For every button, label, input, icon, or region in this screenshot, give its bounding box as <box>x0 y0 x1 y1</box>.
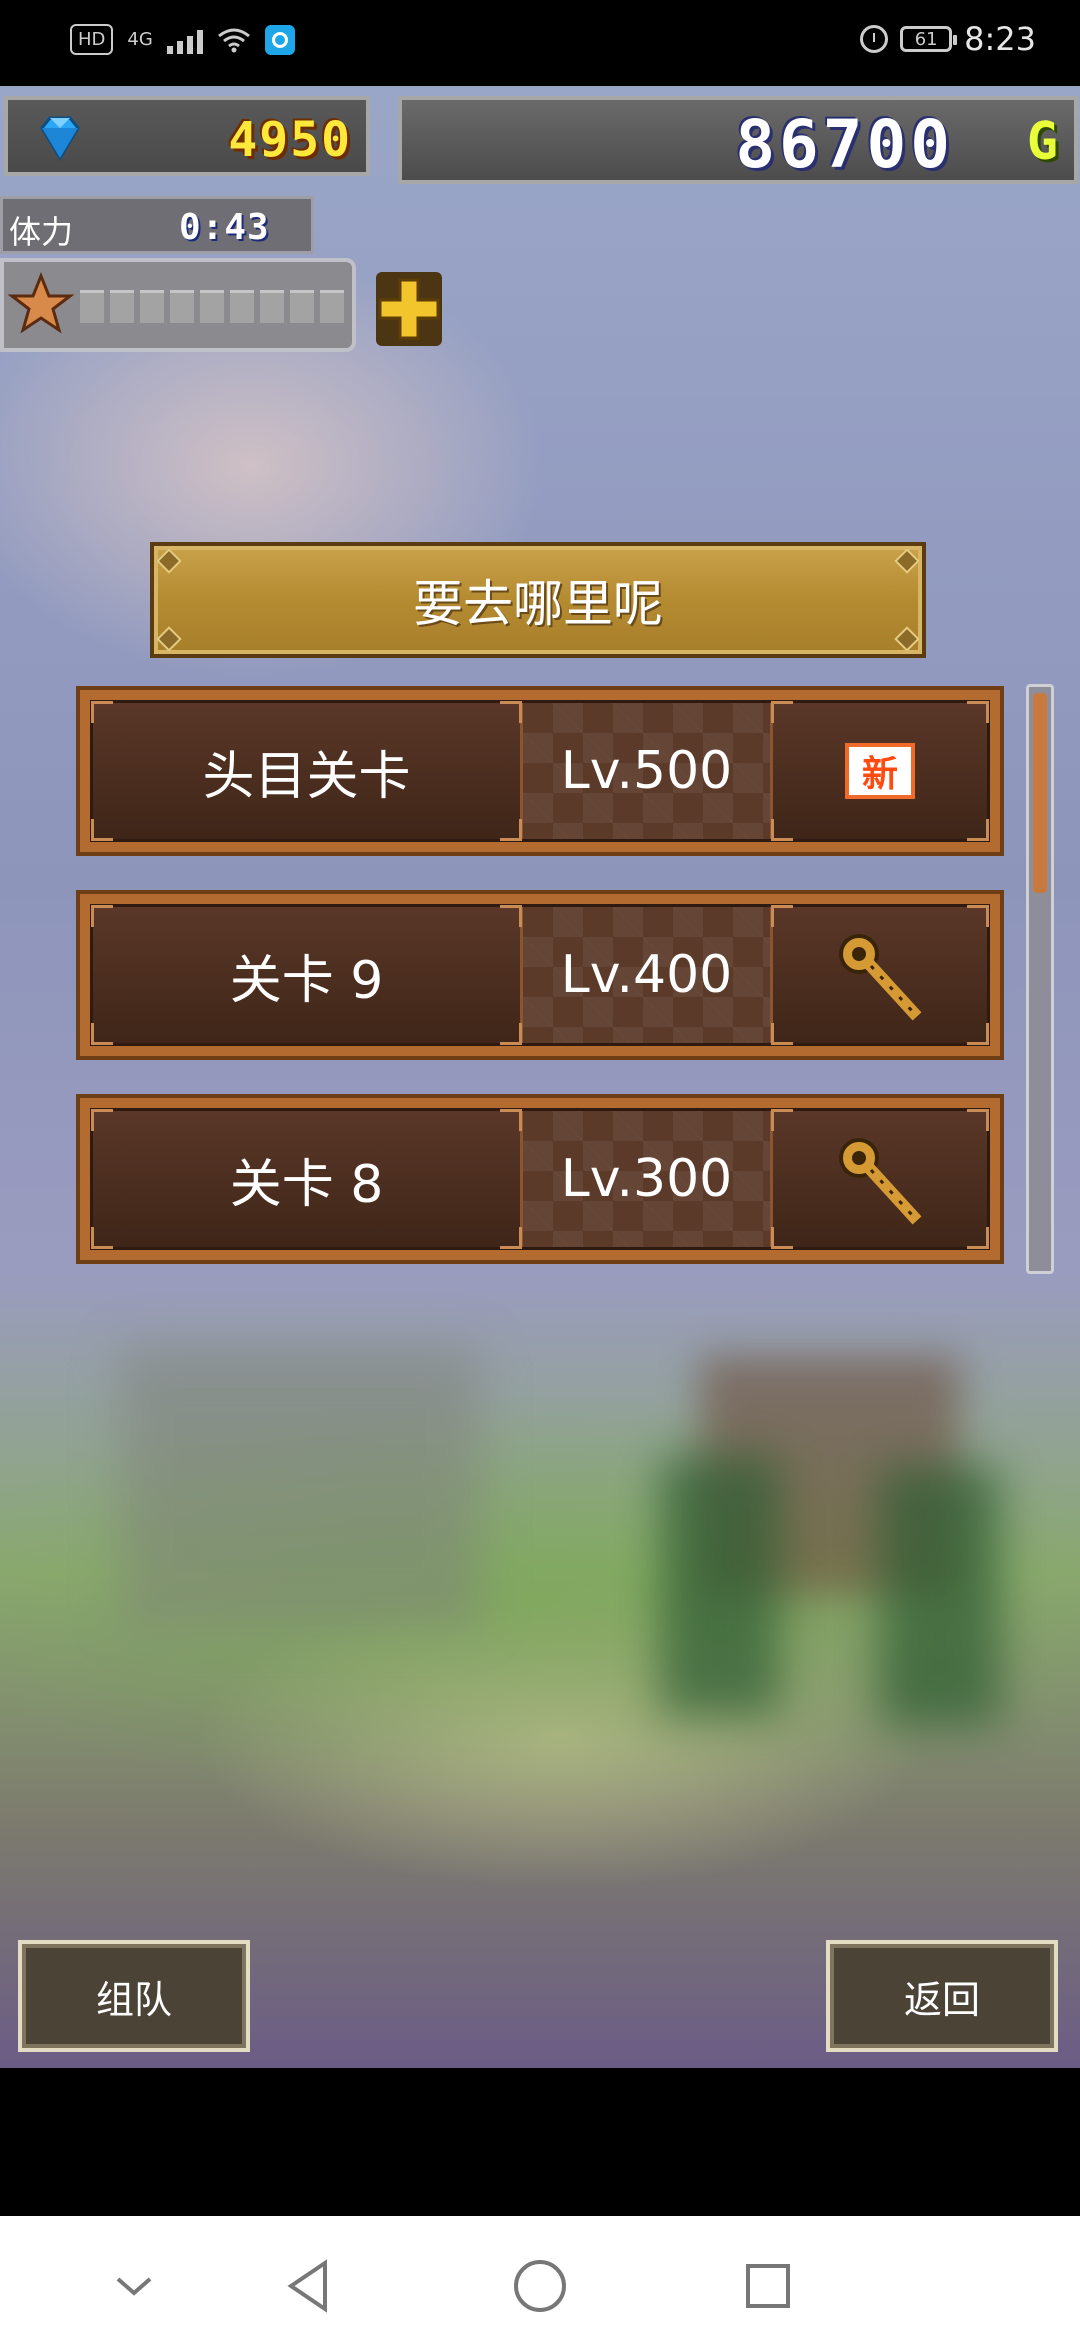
back-button-label: 返回 <box>903 1977 980 2022</box>
battery-level: 61 <box>914 28 938 50</box>
home-circle-icon <box>514 2260 566 2312</box>
plaque-rivet <box>894 626 920 652</box>
stage-status-cell <box>771 905 989 1045</box>
stage-status-cell: 新 <box>771 701 989 841</box>
clock: 8:23 <box>964 20 1036 58</box>
status-icons-left: HD 4G <box>70 24 295 55</box>
team-button[interactable]: 组队 <box>18 1940 250 2052</box>
gem-count: 4950 <box>228 112 352 168</box>
chevron-down-icon <box>116 2277 152 2296</box>
page-title: 要去哪里呢 <box>413 575 663 633</box>
key-icon <box>839 934 922 1021</box>
plaque-rivet <box>894 548 920 574</box>
hd-indicator: HD <box>70 24 114 55</box>
diamond-icon <box>40 116 80 161</box>
add-stamina-button[interactable] <box>372 268 446 350</box>
stage-row-inner: 关卡 9 Lv.400 <box>90 904 990 1046</box>
new-badge-icon: 新 <box>845 743 915 799</box>
stage-name-cell: 关卡 9 <box>91 905 523 1045</box>
stage-name-cell: 关卡 8 <box>91 1109 523 1249</box>
gold-unit: G <box>1026 112 1058 172</box>
stage-list-scrollbar[interactable] <box>1026 684 1054 1274</box>
nav-collapse-button[interactable] <box>104 2256 164 2316</box>
scrollbar-thumb[interactable] <box>1033 693 1047 893</box>
plaque-rivet <box>156 626 182 652</box>
stage-name: 头目关卡 <box>202 746 411 807</box>
stage-name-cell: 头目关卡 <box>91 701 523 841</box>
gem-counter[interactable]: 4950 <box>4 96 370 176</box>
stamina-bar <box>0 258 356 352</box>
nav-back-button[interactable] <box>278 2256 338 2316</box>
stage-status-cell <box>771 1109 989 1249</box>
stamina-label: 体力 <box>9 213 74 251</box>
stage-row-boss[interactable]: 头目关卡 Lv.500 新 <box>76 686 1004 856</box>
stamina-timer: 0:43 <box>179 207 270 248</box>
stage-level: Lv.300 <box>560 1149 733 1209</box>
back-button[interactable]: 返回 <box>826 1940 1058 2052</box>
alarm-icon <box>860 25 889 53</box>
stage-level: Lv.400 <box>560 945 733 1005</box>
stage-level: Lv.500 <box>560 741 733 801</box>
stage-row-inner: 关卡 8 Lv.300 <box>90 1108 990 1250</box>
battery-icon: 61 <box>900 26 958 52</box>
recents-square-icon <box>746 2264 790 2308</box>
status-icons-right: 61 8:23 <box>860 20 1036 58</box>
team-button-label: 组队 <box>95 1977 172 2022</box>
new-badge-text: 新 <box>861 754 898 795</box>
stamina-slots <box>80 290 344 323</box>
network-type: 4G <box>127 29 153 50</box>
plaque-rivet <box>156 548 182 574</box>
gold-amount: 86700 <box>735 106 954 183</box>
system-nav-bar <box>0 2216 1080 2340</box>
signal-icon <box>166 26 203 54</box>
stamina-panel: 体力 0:43 <box>0 196 314 254</box>
star-icon <box>8 272 74 334</box>
stage-row-inner: 头目关卡 Lv.500 新 <box>90 700 990 842</box>
stage-row-9[interactable]: 关卡 9 Lv.400 <box>76 890 1004 1060</box>
stage-level-cell: Lv.400 <box>523 907 773 1043</box>
back-triangle-icon <box>287 2259 327 2313</box>
stage-level-cell: Lv.300 <box>523 1111 773 1247</box>
title-plaque: 要去哪里呢 <box>150 542 926 658</box>
status-bar: HD 4G 61 8:23 <box>0 0 1080 86</box>
wifi-icon <box>217 28 250 52</box>
key-icon <box>839 1138 922 1225</box>
nav-home-button[interactable] <box>510 2256 570 2316</box>
stage-level-cell: Lv.500 <box>523 703 773 839</box>
background-blur <box>120 1346 480 1626</box>
nav-recents-button[interactable] <box>738 2256 798 2316</box>
game-screen: 4950 86700 G 体力 0:43 要去哪里呢 头目关卡 Lv.500 新… <box>0 86 1080 2068</box>
screen-bottom-band <box>0 2068 1080 2216</box>
app-notification-icon <box>264 24 295 55</box>
stage-name: 关卡 9 <box>229 950 384 1011</box>
background-blur <box>880 1466 1000 1726</box>
background-blur <box>660 1456 780 1716</box>
stage-name: 关卡 8 <box>229 1154 384 1215</box>
gold-counter[interactable]: 86700 G <box>398 96 1078 184</box>
stage-row-8[interactable]: 关卡 8 Lv.300 <box>76 1094 1004 1264</box>
